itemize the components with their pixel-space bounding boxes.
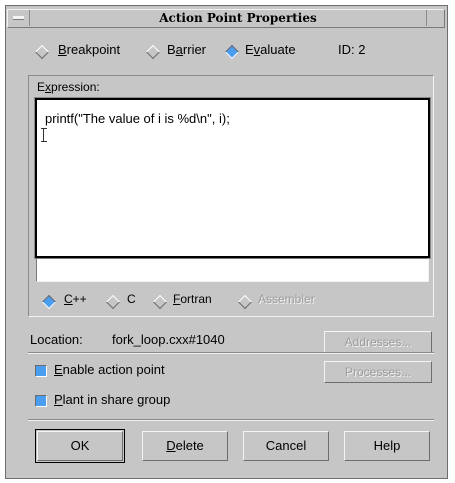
expression-textarea[interactable]: printf("The value of i is %d\n", i); bbox=[34, 97, 431, 259]
radio-assembler-indicator bbox=[237, 294, 253, 310]
location-value: fork_loop.cxx#1040 bbox=[112, 332, 225, 347]
delete-text-end: elete bbox=[175, 438, 204, 453]
ok-button[interactable]: OK bbox=[37, 431, 123, 461]
cancel-button[interactable]: Cancel bbox=[243, 431, 329, 461]
plant-text-end: lant in share group bbox=[62, 392, 171, 407]
barrier-text-end: rrier bbox=[182, 42, 207, 57]
radio-evaluate-label[interactable]: Evaluate bbox=[245, 42, 296, 57]
radio-cpp[interactable] bbox=[41, 294, 57, 310]
help-button[interactable]: Help bbox=[344, 431, 430, 461]
radio-barrier-label[interactable]: Barrier bbox=[167, 42, 206, 57]
expression-text: printf("The value of i is %d\n", i); bbox=[45, 111, 230, 126]
radio-assembler-label: Assembler bbox=[258, 292, 315, 306]
radio-c-indicator bbox=[105, 294, 121, 310]
separator-buttons bbox=[28, 419, 434, 421]
plant-in-share-group-checkbox[interactable] bbox=[35, 395, 47, 407]
window-menu-icon bbox=[13, 16, 24, 20]
enable-mnemonic: E bbox=[54, 362, 63, 377]
separator-location bbox=[28, 352, 434, 354]
radio-assembler bbox=[237, 294, 253, 310]
cpp-mnemonic: C bbox=[64, 292, 73, 306]
plant-in-share-group-label[interactable]: Plant in share group bbox=[54, 392, 170, 407]
radio-breakpoint-indicator bbox=[34, 44, 50, 60]
enable-action-point-checkbox[interactable] bbox=[35, 365, 47, 377]
radio-evaluate[interactable] bbox=[224, 44, 240, 60]
radio-evaluate-indicator bbox=[224, 44, 240, 60]
ok-button-default-ring: OK bbox=[35, 429, 125, 463]
delete-mnemonic: D bbox=[166, 438, 176, 453]
barrier-text-start: B bbox=[167, 42, 176, 57]
radio-fortran[interactable] bbox=[152, 294, 168, 310]
expression-text-start: E bbox=[37, 80, 46, 94]
radio-breakpoint-label[interactable]: Breakpoint bbox=[58, 42, 120, 57]
evaluate-text-start: E bbox=[245, 42, 254, 57]
text-cursor-icon bbox=[41, 128, 47, 142]
radio-cpp-label[interactable]: C++ bbox=[64, 292, 87, 306]
radio-c[interactable] bbox=[105, 294, 121, 310]
cpp-text-end: ++ bbox=[72, 292, 87, 306]
barrier-mnemonic: a bbox=[175, 42, 183, 57]
processes-button: Processes... bbox=[324, 361, 432, 383]
radio-breakpoint[interactable] bbox=[34, 44, 50, 60]
breakpoint-mnemonic: B bbox=[58, 42, 67, 57]
radio-fortran-indicator bbox=[152, 294, 168, 310]
window-title: Action Point Properties bbox=[159, 11, 317, 25]
breakpoint-text: reakpoint bbox=[66, 42, 121, 57]
location-label: Location: bbox=[30, 332, 83, 347]
radio-barrier-indicator bbox=[145, 44, 161, 60]
expression-label: Expression: bbox=[37, 80, 100, 94]
radio-fortran-label[interactable]: Fortran bbox=[173, 292, 212, 306]
radio-cpp-indicator bbox=[41, 294, 57, 310]
title-bar-divider bbox=[426, 10, 427, 26]
expression-secondary-field[interactable] bbox=[36, 258, 429, 282]
radio-barrier[interactable] bbox=[145, 44, 161, 60]
fortran-text-end: ortran bbox=[180, 292, 212, 306]
delete-button[interactable]: Delete bbox=[142, 431, 228, 461]
addresses-button: Addresses... bbox=[324, 331, 432, 353]
enable-text-end: nable action point bbox=[62, 362, 165, 377]
action-point-id: ID: 2 bbox=[338, 42, 366, 57]
expression-text-end: pression: bbox=[51, 80, 100, 94]
plant-mnemonic: P bbox=[54, 392, 63, 407]
radio-c-label[interactable]: C bbox=[127, 292, 136, 306]
enable-action-point-label[interactable]: Enable action point bbox=[54, 362, 165, 377]
window-menu-button[interactable] bbox=[9, 10, 30, 26]
evaluate-text-end: aluate bbox=[260, 42, 296, 57]
